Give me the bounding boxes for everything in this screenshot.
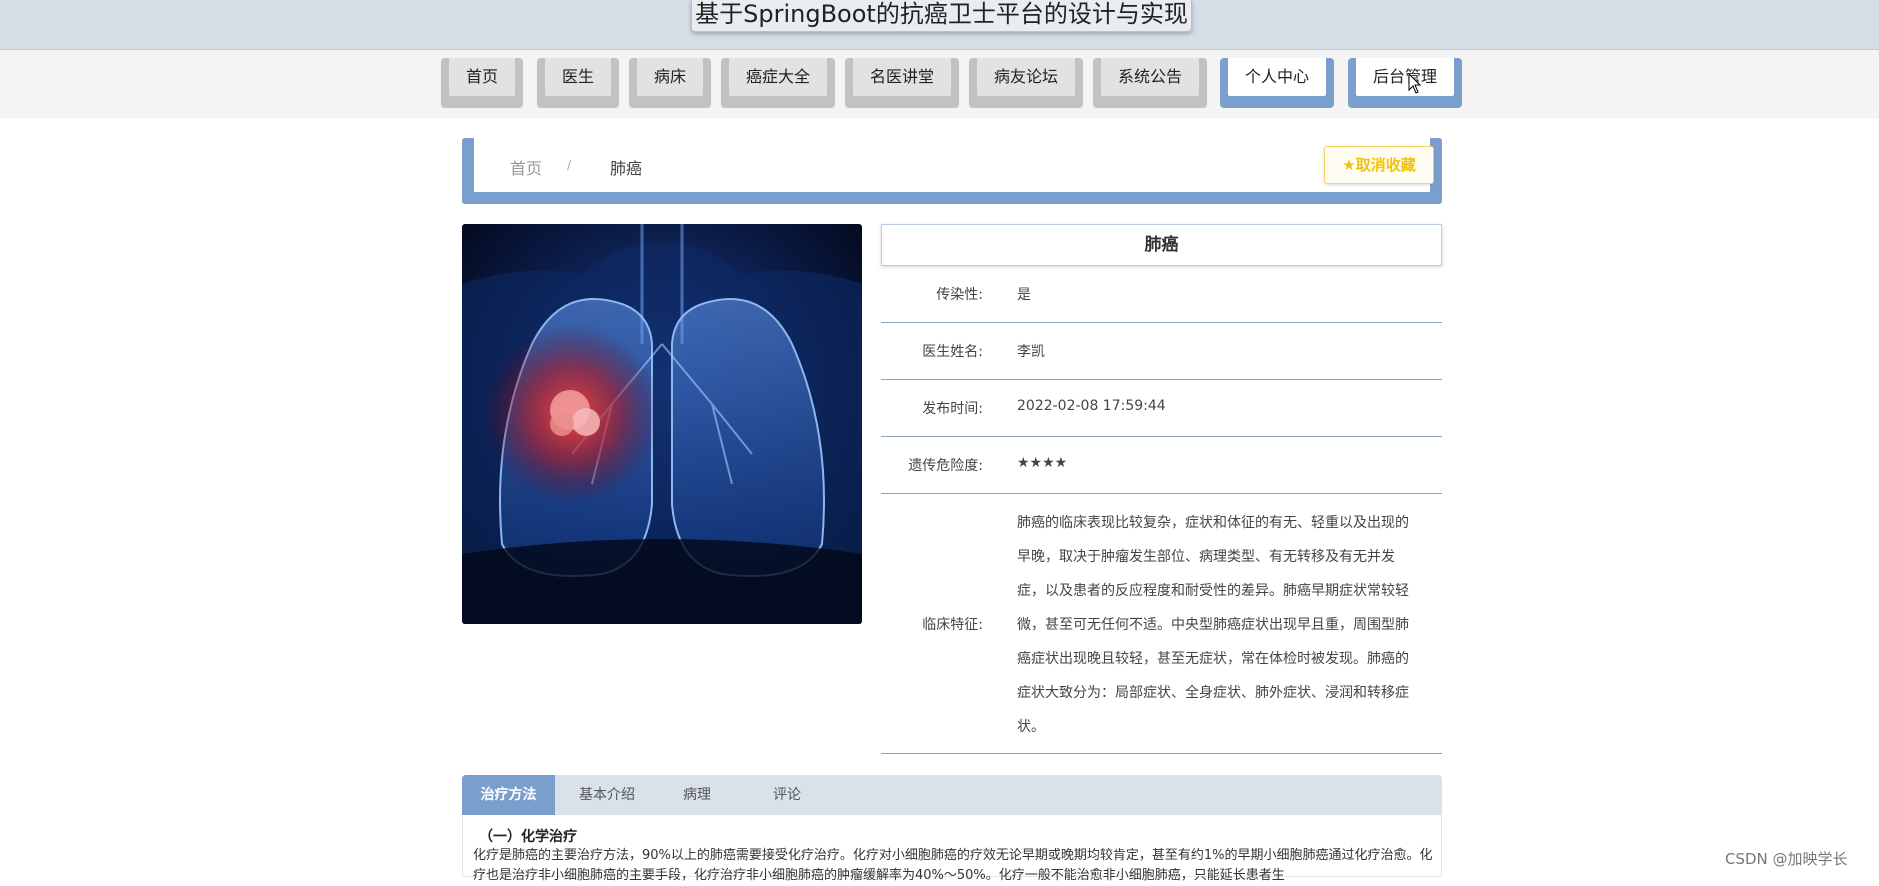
nav-item-doctor[interactable]: 医生 xyxy=(537,58,619,108)
nav-item-cancer-encyclopedia[interactable]: 癌症大全 xyxy=(721,58,835,108)
publish-time-label: 发布时间: xyxy=(922,401,983,417)
doctor-value: 李凯 xyxy=(1017,344,1045,360)
star-icon: ★ xyxy=(1342,156,1356,174)
tab-treatment[interactable]: 治疗方法 xyxy=(462,775,555,815)
detail-title: 肺癌 xyxy=(881,224,1442,266)
unfavorite-button[interactable]: ★取消收藏 xyxy=(1324,146,1434,184)
breadcrumb-home[interactable]: 首页 xyxy=(510,155,542,179)
breadcrumb: 首页 / 肺癌 ★取消收藏 xyxy=(462,138,1442,204)
genetic-risk-stars: ★★★★ xyxy=(1017,455,1068,471)
field-row-genetic-risk: 遗传危险度: ★★★★ xyxy=(881,437,1442,494)
tab-intro[interactable]: 基本介绍 xyxy=(562,775,652,815)
nav-item-label: 医生 xyxy=(545,58,611,96)
content-tabs: 治疗方法 基本介绍 病理 评论 xyxy=(462,775,1442,815)
nav-item-label: 首页 xyxy=(449,58,515,96)
tab-content: （一）化学治疗 化疗是肺癌的主要治疗方法，90%以上的肺癌需要接受化疗治疗。化疗… xyxy=(462,815,1442,883)
unfavorite-label: 取消收藏 xyxy=(1355,156,1416,174)
breadcrumb-separator: / xyxy=(567,158,572,172)
field-row-doctor: 医生姓名: 李凯 xyxy=(881,323,1442,380)
nav-item-label: 病床 xyxy=(637,58,703,96)
breadcrumb-current: 肺癌 xyxy=(610,159,643,178)
nav-item-label: 名医讲堂 xyxy=(853,58,951,96)
clinical-label: 临床特征: xyxy=(922,617,983,633)
contagious-value: 是 xyxy=(1017,287,1031,303)
nav-item-lecture[interactable]: 名医讲堂 xyxy=(845,58,959,108)
field-row-contagious: 传染性: 是 xyxy=(881,266,1442,323)
nav-item-announcement[interactable]: 系统公告 xyxy=(1093,58,1207,108)
field-row-clinical: 临床特征: 肺癌的临床表现比较复杂，症状和体征的有无、轻重以及出现的早晚，取决于… xyxy=(881,494,1442,754)
site-title: 基于SpringBoot的抗癌卫士平台的设计与实现 xyxy=(691,0,1192,32)
genetic-risk-label: 遗传危险度: xyxy=(908,458,983,474)
publish-time-value: 2022-02-08 17:59:44 xyxy=(1017,398,1166,414)
nav-item-label: 系统公告 xyxy=(1101,58,1199,96)
nav-item-label: 病友论坛 xyxy=(977,58,1075,96)
nav-item-label: 癌症大全 xyxy=(729,58,827,96)
nav-item-forum[interactable]: 病友论坛 xyxy=(969,58,1083,108)
tab-pathology[interactable]: 病理 xyxy=(652,775,742,815)
tab-comments[interactable]: 评论 xyxy=(742,775,832,815)
nav-item-label: 个人中心 xyxy=(1228,58,1326,96)
doctor-label: 医生姓名: xyxy=(922,344,983,360)
field-row-publish-time: 发布时间: 2022-02-08 17:59:44 xyxy=(881,380,1442,437)
nav-item-bed[interactable]: 病床 xyxy=(629,58,711,108)
top-bar: 基于SpringBoot的抗癌卫士平台的设计与实现 xyxy=(0,0,1879,50)
nav-item-admin[interactable]: 后台管理 xyxy=(1348,58,1462,108)
watermark: CSDN @加映学长 xyxy=(1725,850,1848,868)
nav-item-home[interactable]: 首页 xyxy=(441,58,523,108)
nav-item-profile[interactable]: 个人中心 xyxy=(1220,58,1334,108)
tab-content-text: 化疗是肺癌的主要治疗方法，90%以上的肺癌需要接受化疗治疗。化疗对小细胞肺癌的疗… xyxy=(473,848,1433,883)
mouse-cursor-icon xyxy=(1408,73,1422,94)
contagious-label: 传染性: xyxy=(936,287,983,303)
clinical-value: 肺癌的临床表现比较复杂，症状和体征的有无、轻重以及出现的早晚，取决于肿瘤发生部位… xyxy=(1017,515,1409,735)
lung-cancer-image xyxy=(462,224,862,624)
nav-item-label: 后台管理 xyxy=(1356,58,1454,96)
tab-content-heading: （一）化学治疗 xyxy=(479,829,577,845)
